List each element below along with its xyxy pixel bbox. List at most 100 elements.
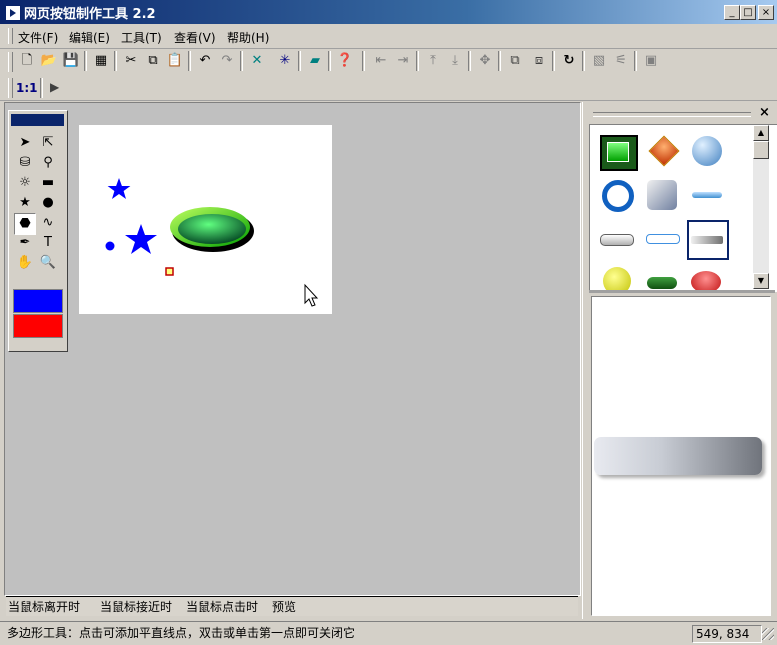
secondary-toolbar: 1:1 ▶ <box>0 76 777 101</box>
title-bar: 网页按钮制作工具 2.2 _ □ × <box>0 0 777 24</box>
undo-icon[interactable]: ↶ <box>194 50 216 72</box>
tab-mouse-out[interactable]: 当鼠标离开时 <box>8 598 80 615</box>
toolbar-separator <box>298 51 301 71</box>
palette-header <box>11 114 64 126</box>
pen-tool-icon[interactable]: ✒ <box>15 233 35 253</box>
menu-grip <box>8 28 13 44</box>
toolbar-separator <box>188 51 191 71</box>
hand-tool-icon[interactable]: ✋ <box>15 253 35 273</box>
panel-splitter[interactable] <box>589 290 775 293</box>
button-ellipse-inner <box>178 214 246 244</box>
group-icon[interactable]: ▣ <box>640 50 662 72</box>
menu-tools[interactable]: 工具(T) <box>121 29 162 46</box>
app-icon[interactable] <box>5 5 21 21</box>
cut-icon[interactable]: ✂ <box>120 50 142 72</box>
export-icon[interactable]: ▦ <box>90 50 112 72</box>
tab-mouse-over[interactable]: 当鼠标接近时 <box>100 598 172 615</box>
style-thumb-silver-pill[interactable] <box>600 223 634 255</box>
zoom-tool-icon[interactable]: 🔍 <box>38 253 58 273</box>
selection-handle <box>165 267 174 276</box>
style-thumb-blue-sphere[interactable] <box>690 135 724 167</box>
scroll-up-button[interactable]: ▲ <box>753 125 769 141</box>
maximize-button[interactable]: □ <box>740 5 756 20</box>
align-right-icon[interactable]: ⇥ <box>392 50 414 72</box>
toolbar-separator <box>328 51 331 71</box>
scroll-down-button[interactable]: ▼ <box>753 273 769 289</box>
new-file-icon[interactable]: 🗋 <box>16 50 38 72</box>
menu-file[interactable]: 文件(F) <box>18 29 58 46</box>
document-canvas[interactable] <box>79 125 332 314</box>
sun-effect-icon[interactable]: ☼ <box>15 173 35 193</box>
toolbar-separator <box>240 51 243 71</box>
open-folder-icon[interactable]: 📂 <box>38 50 60 72</box>
style-thumb-orange-diamond[interactable] <box>646 135 680 167</box>
ellipse-tool-icon[interactable]: ● <box>38 193 58 213</box>
menu-edit[interactable]: 编辑(E) <box>69 29 110 46</box>
panel-close-icon[interactable]: × <box>759 105 770 120</box>
style-gallery <box>589 124 777 292</box>
style-thumb-yellow-sphere[interactable] <box>600 267 634 291</box>
status-message: 多边形工具：点击可添加平直线点，双击或单击第一点即可关闭它 <box>7 626 356 640</box>
align-left-icon[interactable]: ⇤ <box>370 50 392 72</box>
style-thumb-thin-bar[interactable] <box>690 179 724 211</box>
tool-palette: ➤ ⇱ ⛁ ⚲ ☼ ▬ ★ ● ⬣ ∿ ✒ T ✋ 🔍 <box>8 110 68 352</box>
style-thumb-green-pill[interactable] <box>646 267 680 291</box>
preview-play-button[interactable]: ▶ <box>50 80 59 94</box>
stroke-color-swatch[interactable] <box>13 289 63 313</box>
delete-icon[interactable]: ✕ <box>246 50 268 72</box>
text-tool-icon[interactable]: T <box>38 233 58 253</box>
save-icon[interactable]: 💾 <box>60 50 82 72</box>
align-top-icon[interactable]: ⤒ <box>422 50 444 72</box>
close-button[interactable]: × <box>758 5 774 20</box>
paint-bucket-icon[interactable]: ⛁ <box>15 153 35 173</box>
bring-forward-icon[interactable]: ⧉ <box>504 50 526 72</box>
send-backward-icon[interactable]: ⧈ <box>528 50 550 72</box>
style-thumb-red-pill[interactable] <box>690 267 724 291</box>
rotate-icon[interactable]: ↻ <box>558 50 580 72</box>
toolbar-grip <box>8 78 13 98</box>
sparkle-icon[interactable]: ✳ <box>274 50 296 72</box>
menu-help[interactable]: 帮助(H) <box>227 29 269 46</box>
gallery-scrollbar[interactable]: ▲ ▼ <box>753 125 769 289</box>
freehand-tool-icon[interactable]: ∿ <box>38 213 58 233</box>
paste-icon[interactable]: 📋 <box>164 50 186 72</box>
style-thumb-selected[interactable] <box>687 220 729 260</box>
help-icon[interactable]: ❓ <box>334 50 356 72</box>
align-bottom-icon[interactable]: ⤓ <box>444 50 466 72</box>
wand-icon[interactable]: ⚟ <box>610 50 632 72</box>
layer-icon[interactable]: ▰ <box>304 50 326 72</box>
center-icon[interactable]: ✥ <box>474 50 496 72</box>
style-thumb-blue-ring[interactable] <box>600 179 634 212</box>
effect-icon[interactable]: ▧ <box>588 50 610 72</box>
tab-preview[interactable]: 预览 <box>272 598 296 615</box>
scroll-thumb[interactable] <box>753 141 769 159</box>
fill-color-swatch[interactable] <box>13 314 63 338</box>
small-star-shape <box>107 178 131 199</box>
menu-bar: 文件(F) 编辑(E) 工具(T) 查看(V) 帮助(H) <box>0 24 777 49</box>
subselect-icon[interactable]: ⇱ <box>38 133 58 153</box>
redo-icon[interactable]: ↷ <box>216 50 238 72</box>
tab-mouse-click[interactable]: 当鼠标点击时 <box>186 598 258 615</box>
minimize-button[interactable]: _ <box>724 5 740 20</box>
menu-view[interactable]: 查看(V) <box>174 29 216 46</box>
rectangle-tool-icon[interactable]: ▬ <box>38 173 58 193</box>
gradient-tool-icon[interactable]: ⚲ <box>38 153 58 173</box>
copy-icon[interactable]: ⧉ <box>142 50 164 72</box>
window-title: 网页按钮制作工具 2.2 <box>24 7 156 22</box>
style-thumb-blue-pill[interactable] <box>646 223 680 255</box>
select-arrow-icon[interactable]: ➤ <box>15 133 35 153</box>
star-tool-icon[interactable]: ★ <box>15 193 35 213</box>
style-thumb-grey-square[interactable] <box>646 179 680 211</box>
toolbar-separator <box>416 51 419 71</box>
toolbar-separator <box>84 51 87 71</box>
style-thumb-green-square[interactable] <box>600 135 638 171</box>
polygon-tool-icon[interactable]: ⬣ <box>14 213 36 235</box>
zoom-1to1-button[interactable]: 1:1 <box>16 81 38 95</box>
preview-button-shape <box>594 437 762 475</box>
mouse-cursor <box>304 283 319 307</box>
state-tabs: 当鼠标离开时 当鼠标接近时 当鼠标点击时 预览 <box>6 596 578 616</box>
toolbar-separator <box>582 51 585 71</box>
toolbar-separator <box>114 51 117 71</box>
resize-grip[interactable] <box>762 628 774 640</box>
drawing-svg <box>105 178 319 307</box>
